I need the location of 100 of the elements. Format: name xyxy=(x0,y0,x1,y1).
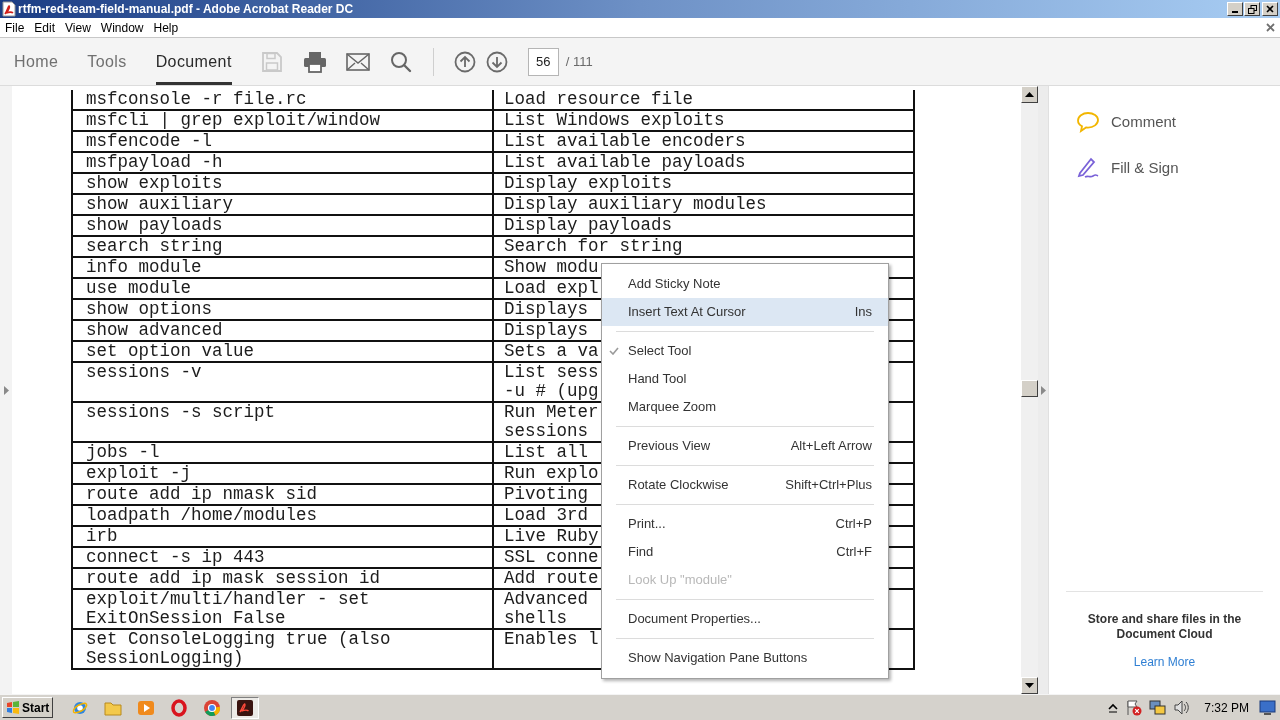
menu-item[interactable]: Rotate Clockwise Shift+Ctrl+Plus xyxy=(602,471,888,499)
clock-text: 7:32 PM xyxy=(1204,699,1249,717)
description-text: Displays xyxy=(504,320,588,340)
close-document-button[interactable] xyxy=(1266,23,1275,32)
windows-flag-icon xyxy=(6,701,20,714)
promo-text: Store and share files in the Document Cloud xyxy=(1086,612,1243,642)
menu-item[interactable]: Select Tool xyxy=(602,337,888,365)
description-text: Search for string xyxy=(504,236,683,256)
shortcut-label: Ctrl+P xyxy=(835,515,872,534)
right-triangle-icon[interactable] xyxy=(1040,385,1046,395)
menu-item[interactable]: Document Properties... xyxy=(602,605,888,633)
swirl-logo-icon xyxy=(236,698,254,717)
shortcut-label: Alt+Left Arrow xyxy=(790,437,872,456)
tab[interactable]: Home xyxy=(14,38,59,85)
command-text: loadpath /home/modules xyxy=(86,505,318,525)
description-text: Display auxiliary modules xyxy=(504,194,767,214)
right-triangle-icon[interactable] xyxy=(3,385,9,395)
command-text: msfpayload -h xyxy=(86,152,223,172)
menu-item[interactable]: Show Navigation Pane Buttons xyxy=(602,644,888,672)
scrollbar-thumb[interactable] xyxy=(1021,380,1038,397)
pen-icon xyxy=(1076,156,1100,180)
description-text: Load resource file xyxy=(504,89,694,109)
speaker-icon[interactable] xyxy=(1173,699,1191,716)
close-icon xyxy=(1266,5,1274,13)
two-monitors-icon[interactable] xyxy=(1149,699,1167,716)
command-text: use module xyxy=(86,278,192,298)
menu-item[interactable]: Previous View Alt+Left Arrow xyxy=(602,432,888,460)
description-text: SSL conne xyxy=(504,547,599,567)
menu-item[interactable]: Add Sticky Note xyxy=(602,270,888,298)
menu-item[interactable]: View xyxy=(65,21,91,34)
description-text: List sess -u # (upg xyxy=(504,362,599,401)
description-text: Pivoting xyxy=(504,484,588,504)
play-button-icon xyxy=(137,698,155,717)
envelope-icon xyxy=(345,52,370,71)
command-text: show advanced xyxy=(86,320,223,340)
menu-item[interactable]: Edit xyxy=(34,21,56,34)
command-text: info module xyxy=(86,257,202,277)
description-text: List all xyxy=(504,442,588,462)
menu-item[interactable]: Print... Ctrl+P xyxy=(602,510,888,538)
command-text: msfconsole -r file.rc xyxy=(86,89,307,109)
down-triangle-icon xyxy=(1025,683,1034,688)
description-text: Display payloads xyxy=(504,215,673,235)
taskbar-app-button[interactable] xyxy=(231,696,259,719)
command-text: msfcli | grep exploit/window xyxy=(86,110,381,130)
start-button[interactable]: Start xyxy=(2,697,53,718)
menu-item[interactable]: Find Ctrl+F xyxy=(602,538,888,566)
search-icon xyxy=(389,50,412,73)
description-text: Displays xyxy=(504,299,588,319)
comment-button[interactable]: Comment xyxy=(1076,107,1280,137)
restore-button[interactable] xyxy=(1244,2,1260,16)
command-text: route add ip nmask sid xyxy=(86,484,318,504)
description-text: Live Ruby xyxy=(504,526,599,546)
menu-item[interactable]: File xyxy=(5,21,25,34)
fill-sign-button[interactable]: Fill & Sign xyxy=(1076,153,1280,183)
description-text: Load 3rd xyxy=(504,505,588,525)
command-text: show exploits xyxy=(86,173,223,193)
speech-bubble-icon xyxy=(1076,111,1100,133)
tab[interactable]: Tools xyxy=(87,38,127,85)
page-number-field[interactable]: 56 xyxy=(527,47,559,76)
menu-item[interactable]: Window xyxy=(100,21,144,34)
close-icon xyxy=(1266,23,1275,32)
shortcut-label: Ins xyxy=(854,303,872,322)
up-triangle-icon xyxy=(1025,92,1034,97)
save-icon xyxy=(260,50,283,73)
menu-item[interactable]: Hand Tool xyxy=(602,365,888,393)
close-button[interactable] xyxy=(1262,2,1278,16)
page-count: / 111 xyxy=(565,52,593,71)
description-text: Enables l xyxy=(504,629,599,649)
menu-item[interactable]: Marquee Zoom xyxy=(602,393,888,421)
monitor-icon xyxy=(1259,699,1276,716)
command-text: show auxiliary xyxy=(86,194,234,214)
description-text: Display exploits xyxy=(504,173,673,193)
command-text: show options xyxy=(86,299,213,319)
shortcut-label: Shift+Ctrl+Plus xyxy=(785,476,872,495)
command-text: set option value xyxy=(86,341,255,361)
description-text: Run explo xyxy=(504,463,599,483)
command-text: sessions -s script xyxy=(86,402,276,422)
command-text: msfencode -l xyxy=(86,131,213,151)
minimize-button[interactable] xyxy=(1227,2,1243,16)
menu-item[interactable]: Insert Text At Cursor Ins xyxy=(602,298,888,326)
round-logo-icon xyxy=(203,698,221,717)
command-text: exploit -j xyxy=(86,463,192,483)
description-text: Sets a va xyxy=(504,341,599,361)
chevron-up-icon[interactable] xyxy=(1108,702,1119,713)
command-text: show payloads xyxy=(86,215,223,235)
command-text: set ConsoleLogging true (also SessionLogging) xyxy=(86,629,391,668)
learn-more-link[interactable]: Learn More xyxy=(1133,653,1196,671)
command-text: irb xyxy=(86,526,118,546)
menu-item[interactable]: Help xyxy=(153,21,179,34)
printer-icon xyxy=(302,50,327,73)
description-text: Show modu xyxy=(504,257,599,277)
flag-with-x-icon[interactable] xyxy=(1125,699,1143,716)
command-text: route add ip mask session id xyxy=(86,568,381,588)
show-desktop-button[interactable] xyxy=(1259,699,1276,716)
description-text: List available payloads xyxy=(504,152,746,172)
description-text: Load expl xyxy=(504,278,599,298)
scroll-up-button[interactable] xyxy=(1021,86,1038,103)
command-text: search string xyxy=(86,236,223,256)
description-text: List available encoders xyxy=(504,131,746,151)
scroll-down-button[interactable] xyxy=(1021,677,1038,694)
